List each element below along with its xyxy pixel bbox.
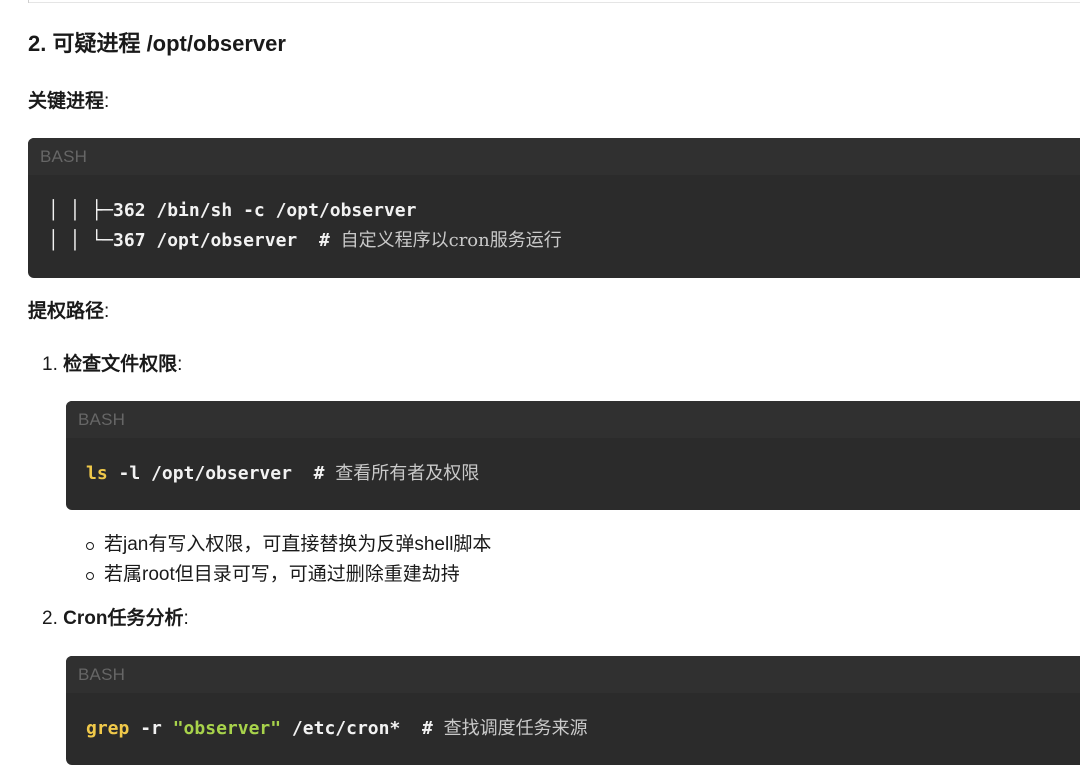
code-block-process-tree[interactable]: BASH │ │ ├─362 /bin/sh -c /opt/observer …	[28, 138, 1080, 278]
step-1-heading: 1. 检查文件权限:	[42, 354, 183, 375]
step-2-heading: 2. Cron任务分析:	[42, 608, 189, 629]
list-item: 若jan有写入权限，可直接替换为反弹shell脚本	[84, 530, 491, 560]
code-content[interactable]: │ │ ├─362 /bin/sh -c /opt/observer │ │ └…	[28, 175, 1080, 256]
code-content[interactable]: grep -r "observer" /etc/cron* # 查找调度任务来源	[66, 693, 1080, 744]
escalation-label: 提权路径:	[28, 301, 110, 322]
code-lang-label: BASH	[28, 138, 1080, 175]
top-divider	[28, 0, 1080, 3]
code-block-ls[interactable]: BASH ls -l /opt/observer # 查看所有者及权限	[66, 401, 1080, 510]
key-process-label: 关键进程:	[28, 91, 110, 112]
code-lang-label: BASH	[66, 656, 1080, 693]
code-lang-label: BASH	[66, 401, 1080, 438]
step-1-notes: 若jan有写入权限，可直接替换为反弹shell脚本 若属root但目录可写，可通…	[84, 530, 491, 590]
code-block-grep[interactable]: BASH grep -r "observer" /etc/cron* # 查找调…	[66, 656, 1080, 765]
section-heading: 2. 可疑进程 /opt/observer	[28, 31, 286, 56]
list-item: 若属root但目录可写，可通过删除重建劫持	[84, 560, 491, 590]
code-content[interactable]: ls -l /opt/observer # 查看所有者及权限	[66, 438, 1080, 489]
